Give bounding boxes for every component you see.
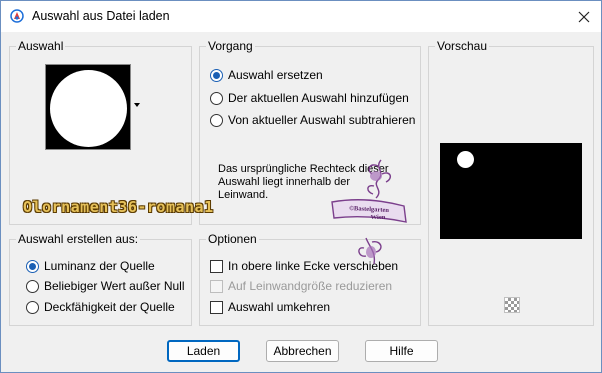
radio-indicator[interactable] xyxy=(26,300,39,314)
help-button[interactable]: Hilfe xyxy=(365,340,438,362)
radio-indicator[interactable] xyxy=(26,279,39,293)
bastelgarten-stamp-logo: ©Bastelgarten Wien xyxy=(331,159,407,265)
radio-beliebiger-wert[interactable]: Beliebiger Wert außer Null xyxy=(26,279,185,293)
checkbox-box xyxy=(210,279,223,293)
radio-auswahl-subtrahieren[interactable]: Von aktueller Auswahl subtrahieren xyxy=(210,113,415,127)
preview-selection-circle xyxy=(457,151,474,168)
radio-auswahl-hinzufuegen[interactable]: Der aktuellen Auswahl hinzufügen xyxy=(210,91,409,105)
checkbox-label: Auf Leinwandgröße reduzieren xyxy=(228,279,393,293)
preview-canvas xyxy=(440,143,582,239)
radio-indicator[interactable] xyxy=(210,68,223,82)
radio-label: Deckfähigkeit der Quelle xyxy=(44,300,175,314)
load-button[interactable]: Laden xyxy=(167,340,240,362)
group-optionen-title: Optionen xyxy=(206,232,259,246)
close-icon xyxy=(578,11,590,22)
radio-label: Von aktueller Auswahl subtrahieren xyxy=(228,113,416,127)
selection-thumbnail-dropdown[interactable] xyxy=(45,64,131,150)
radio-indicator[interactable] xyxy=(210,113,223,127)
radio-label: Auswahl ersetzen xyxy=(228,68,323,82)
radio-auswahl-ersetzen[interactable]: Auswahl ersetzen xyxy=(210,68,323,82)
checkbox-box[interactable] xyxy=(210,259,223,273)
group-vorgang-title: Vorgang xyxy=(206,39,255,53)
radio-deckfaehigkeit[interactable]: Deckfähigkeit der Quelle xyxy=(26,300,175,314)
radio-indicator[interactable] xyxy=(26,259,39,273)
window-title: Auswahl aus Datei laden xyxy=(32,9,170,23)
group-vorschau-title: Vorschau xyxy=(435,39,490,53)
radio-luminanz[interactable]: Luminanz der Quelle xyxy=(26,259,155,273)
selection-circle xyxy=(50,70,127,147)
dialog-window: Auswahl aus Datei laden Auswahl Vorgang … xyxy=(0,0,602,373)
title-bar: Auswahl aus Datei laden xyxy=(1,1,601,32)
radio-label: Luminanz der Quelle xyxy=(44,259,155,273)
checkbox-label: Auswahl umkehren xyxy=(228,300,331,314)
file-label-overlay: Olornament36-romana1 xyxy=(23,198,214,216)
radio-label: Der aktuellen Auswahl hinzufügen xyxy=(228,91,409,105)
close-button[interactable] xyxy=(567,1,601,32)
radio-label: Beliebiger Wert außer Null xyxy=(44,279,185,293)
checkbox-leinwandgroesse: Auf Leinwandgröße reduzieren xyxy=(210,279,392,293)
svg-text:Wien: Wien xyxy=(371,214,386,221)
checkbox-box[interactable] xyxy=(210,300,223,314)
app-icon xyxy=(10,9,24,23)
group-auswahl-title: Auswahl xyxy=(16,39,66,53)
chevron-down-icon[interactable] xyxy=(134,103,140,107)
group-erstellen-title: Auswahl erstellen aus: xyxy=(16,232,141,246)
checkbox-auswahl-umkehren[interactable]: Auswahl umkehren xyxy=(210,300,330,314)
transparency-toggle-icon[interactable] xyxy=(504,297,520,313)
cancel-button[interactable]: Abbrechen xyxy=(266,340,339,362)
radio-indicator[interactable] xyxy=(210,91,223,105)
